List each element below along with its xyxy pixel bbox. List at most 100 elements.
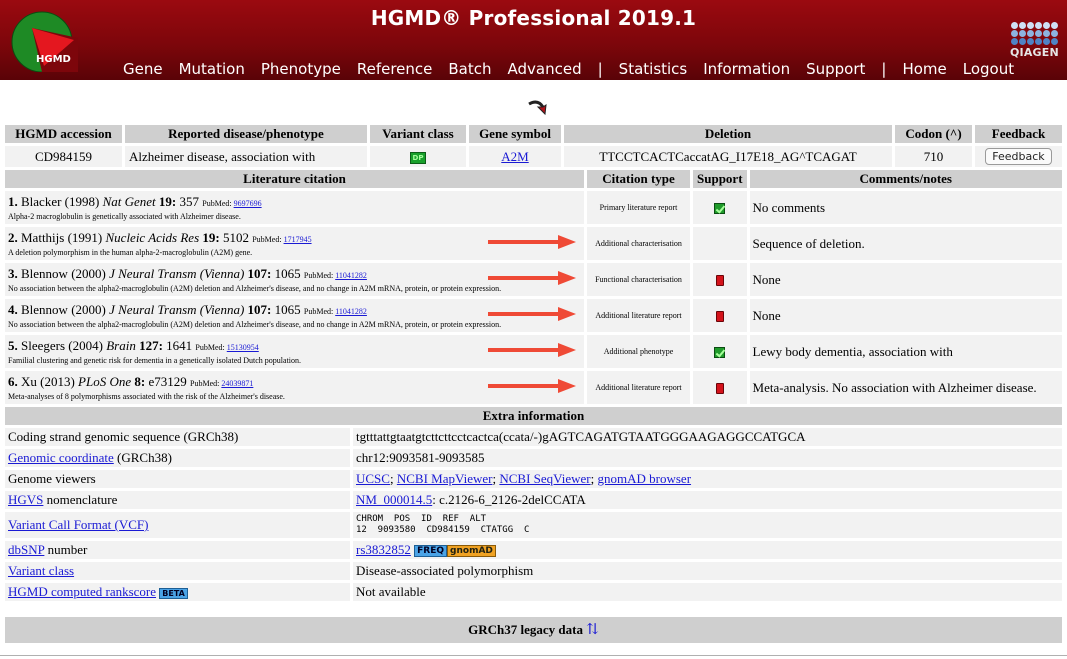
citation-journal: Nat Genet — [102, 193, 156, 209]
genomic-value: chr12:9093581-9093585 — [353, 449, 1062, 467]
hgvs-value: : c.2126-6_2126-2delCCATA — [432, 492, 586, 507]
expand-toggle-icon[interactable]: ⇅ — [586, 622, 599, 638]
vcf-link[interactable]: Variant Call Format (VCF) — [8, 517, 148, 532]
beta-badge[interactable]: BETA — [159, 587, 188, 599]
nav-advanced[interactable]: Advanced — [508, 60, 582, 78]
col-accession: HGMD accession — [5, 125, 122, 143]
nav-home[interactable]: Home — [902, 60, 946, 78]
citation-page: 357 — [179, 193, 200, 209]
col-variant-class: Variant class — [370, 125, 466, 143]
separator: ; — [389, 471, 397, 486]
hgvs-transcript-link[interactable]: NM_000014.5 — [356, 492, 432, 507]
back-arrow-icon[interactable] — [526, 98, 548, 116]
extra-info-table: Extra information Coding strand genomic … — [2, 404, 1065, 604]
nav-separator: | — [597, 60, 603, 78]
pubmed-link[interactable]: 11041282 — [335, 271, 367, 280]
gnomad-button[interactable]: gnomAD — [447, 545, 496, 558]
nav-phenotype[interactable]: Phenotype — [261, 60, 341, 78]
freq-button[interactable]: FREQ — [414, 545, 448, 558]
extra-row-dbsnp: dbSNP number rs3832852 FREQ gnomAD — [5, 541, 1062, 559]
pubmed-label: PubMed: — [303, 270, 334, 280]
feedback-button[interactable]: Feedback — [985, 148, 1052, 165]
citation-number: 3. — [8, 265, 18, 281]
citation-type: Additional phenotype — [587, 335, 690, 368]
citation-volume: 19: — [202, 229, 220, 245]
pubmed-link[interactable]: 11041282 — [335, 307, 367, 316]
extra-info-header: Extra information — [5, 407, 1062, 425]
extra-row-vcf: Variant Call Format (VCF) CHROM POS ID R… — [5, 512, 1062, 538]
hgvs-link[interactable]: HGVS — [8, 492, 43, 507]
nav-batch[interactable]: Batch — [448, 60, 491, 78]
extra-row-rankscore: HGMD computed rankscore BETA Not availab… — [5, 583, 1062, 601]
dbsnp-link[interactable]: dbSNP — [8, 542, 44, 557]
nav-mutation[interactable]: Mutation — [179, 60, 245, 78]
rankscore-link[interactable]: HGMD computed rankscore — [8, 584, 156, 599]
comment-text: None — [749, 263, 1062, 296]
variant-class-link[interactable]: Variant class — [8, 563, 74, 578]
pubmed-link[interactable]: 15130954 — [227, 343, 259, 352]
comment-text: No comments — [749, 191, 1062, 224]
dbsnp-label-suffix: number — [44, 542, 88, 557]
deletion-value: TTCCTCACTCaccatAG_I17E18_AG^TCAGAT — [564, 146, 892, 167]
citation-volume: 107: — [247, 301, 272, 317]
coding-value: tgtttattgtaatgtcttcttcctcactca(ccata/-)g… — [353, 428, 1062, 446]
ncbi-mapviewer-link[interactable]: NCBI MapViewer — [397, 471, 493, 486]
nav-statistics[interactable]: Statistics — [619, 60, 688, 78]
pubmed-link[interactable]: 9697696 — [234, 199, 262, 208]
citation-author: Blacker (1998) — [21, 193, 100, 209]
nav-logout[interactable]: Logout — [963, 60, 1014, 78]
main-nav: Gene Mutation Phenotype Reference Batch … — [123, 60, 1030, 78]
nav-gene[interactable]: Gene — [123, 60, 163, 78]
extra-row-viewers: Genome viewers UCSC; NCBI MapViewer; NCB… — [5, 470, 1062, 488]
grch37-legacy-toggle[interactable]: GRCh37 legacy data ⇅ — [5, 617, 1062, 643]
citation-author: Blennow (2000) — [21, 301, 106, 317]
support-yes-icon — [714, 203, 726, 215]
ucsc-link[interactable]: UCSC — [356, 471, 390, 486]
variant-class-value: Disease-associated polymorphism — [353, 562, 1062, 580]
citation-type: Additional characterisation — [587, 227, 690, 260]
feedback-cell: Feedback — [975, 146, 1062, 167]
pubmed-label: PubMed: — [195, 342, 225, 352]
dbsnp-value-link[interactable]: rs3832852 — [356, 542, 411, 557]
gene-symbol-link[interactable]: A2M — [501, 149, 528, 164]
pubmed-link[interactable]: 1717945 — [284, 235, 312, 244]
extra-row-variant-class: Variant class Disease-associated polymor… — [5, 562, 1062, 580]
citation-journal: Brain — [106, 337, 136, 353]
col-support: Support — [693, 170, 747, 188]
citation-page: 1641 — [166, 337, 193, 353]
genomic-coordinate-link[interactable]: Genomic coordinate — [8, 450, 114, 465]
genome-viewers-label: Genome viewers — [5, 470, 350, 488]
col-codon: Codon (^) — [895, 125, 972, 143]
comment-text: Meta-analysis. No association with Alzhe… — [749, 371, 1062, 404]
col-feedback: Feedback — [975, 125, 1062, 143]
citation-number: 1. — [8, 193, 18, 209]
divider — [0, 655, 1067, 656]
pubmed-label: PubMed: — [190, 378, 220, 388]
citation-author: Matthijs (1991) — [21, 229, 103, 245]
citation-row: 1. Blacker (1998) Nat Genet 19: 357 PubM… — [5, 191, 1062, 224]
variant-class-cell: DP — [370, 146, 466, 167]
citation-volume: 8: — [134, 373, 146, 389]
citation-journal: J Neural Transm (Vienna) — [109, 265, 245, 281]
nav-reference[interactable]: Reference — [357, 60, 433, 78]
support-cell — [693, 371, 747, 404]
codon-value: 710 — [895, 146, 972, 167]
qiagen-logo[interactable]: QIAGEN — [1010, 22, 1066, 74]
citation-volume: 127: — [139, 337, 163, 353]
ncbi-seqviewer-link[interactable]: NCBI SeqViewer — [499, 471, 590, 486]
citation-journal: PLoS One — [78, 373, 132, 389]
pubmed-label: PubMed: — [303, 306, 334, 316]
hgvs-label-suffix: nomenclature — [43, 492, 118, 507]
nav-information[interactable]: Information — [703, 60, 790, 78]
support-cell — [693, 263, 747, 296]
citation-author: Blennow (2000) — [21, 265, 106, 281]
col-literature-citation: Literature citation — [5, 170, 584, 188]
rankscore-value: Not available — [353, 583, 1062, 601]
citation-type: Additional literature report — [587, 299, 690, 332]
nav-support[interactable]: Support — [806, 60, 865, 78]
citation-page: 1065 — [274, 265, 301, 281]
gnomad-browser-link[interactable]: gnomAD browser — [598, 471, 692, 486]
support-yes-icon — [714, 347, 726, 359]
pubmed-link[interactable]: 24039871 — [221, 379, 253, 388]
dp-badge-icon[interactable]: DP — [410, 151, 426, 164]
